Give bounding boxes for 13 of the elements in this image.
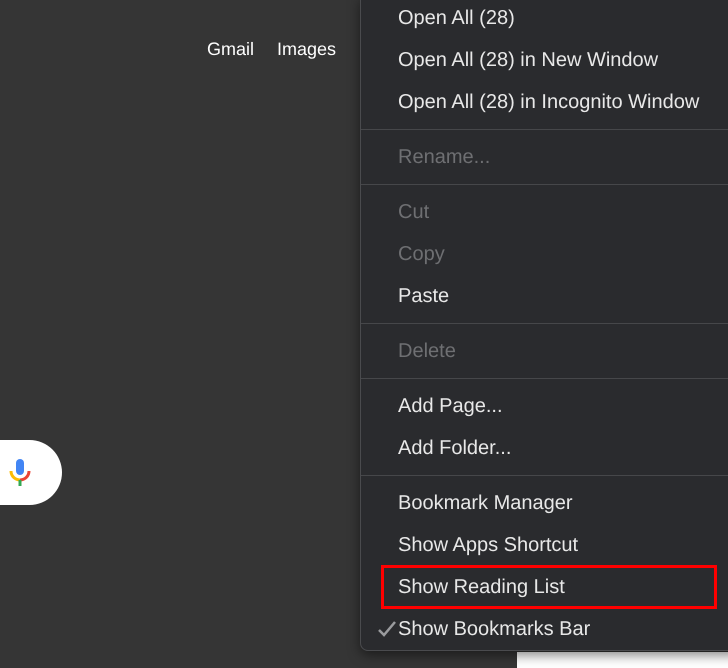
menu-item[interactable]: Bookmark Manager [361, 482, 728, 524]
menu-item[interactable]: Paste [361, 275, 728, 317]
menu-item[interactable]: Open All (28) in New Window [361, 39, 728, 81]
menu-item[interactable]: Add Folder... [361, 427, 728, 469]
menu-item[interactable]: Add Page... [361, 385, 728, 427]
menu-item[interactable]: Show Reading List [361, 566, 728, 608]
menu-item[interactable]: Show Bookmarks Bar [361, 608, 728, 650]
microphone-icon[interactable] [9, 459, 31, 487]
menu-item[interactable]: Open All (28) in Incognito Window [361, 81, 728, 123]
menu-item[interactable]: Show Apps Shortcut [361, 524, 728, 566]
menu-item[interactable]: Open All (28) [361, 0, 728, 39]
header-link[interactable]: Images [277, 38, 336, 60]
header-link[interactable]: Gmail [207, 38, 254, 60]
